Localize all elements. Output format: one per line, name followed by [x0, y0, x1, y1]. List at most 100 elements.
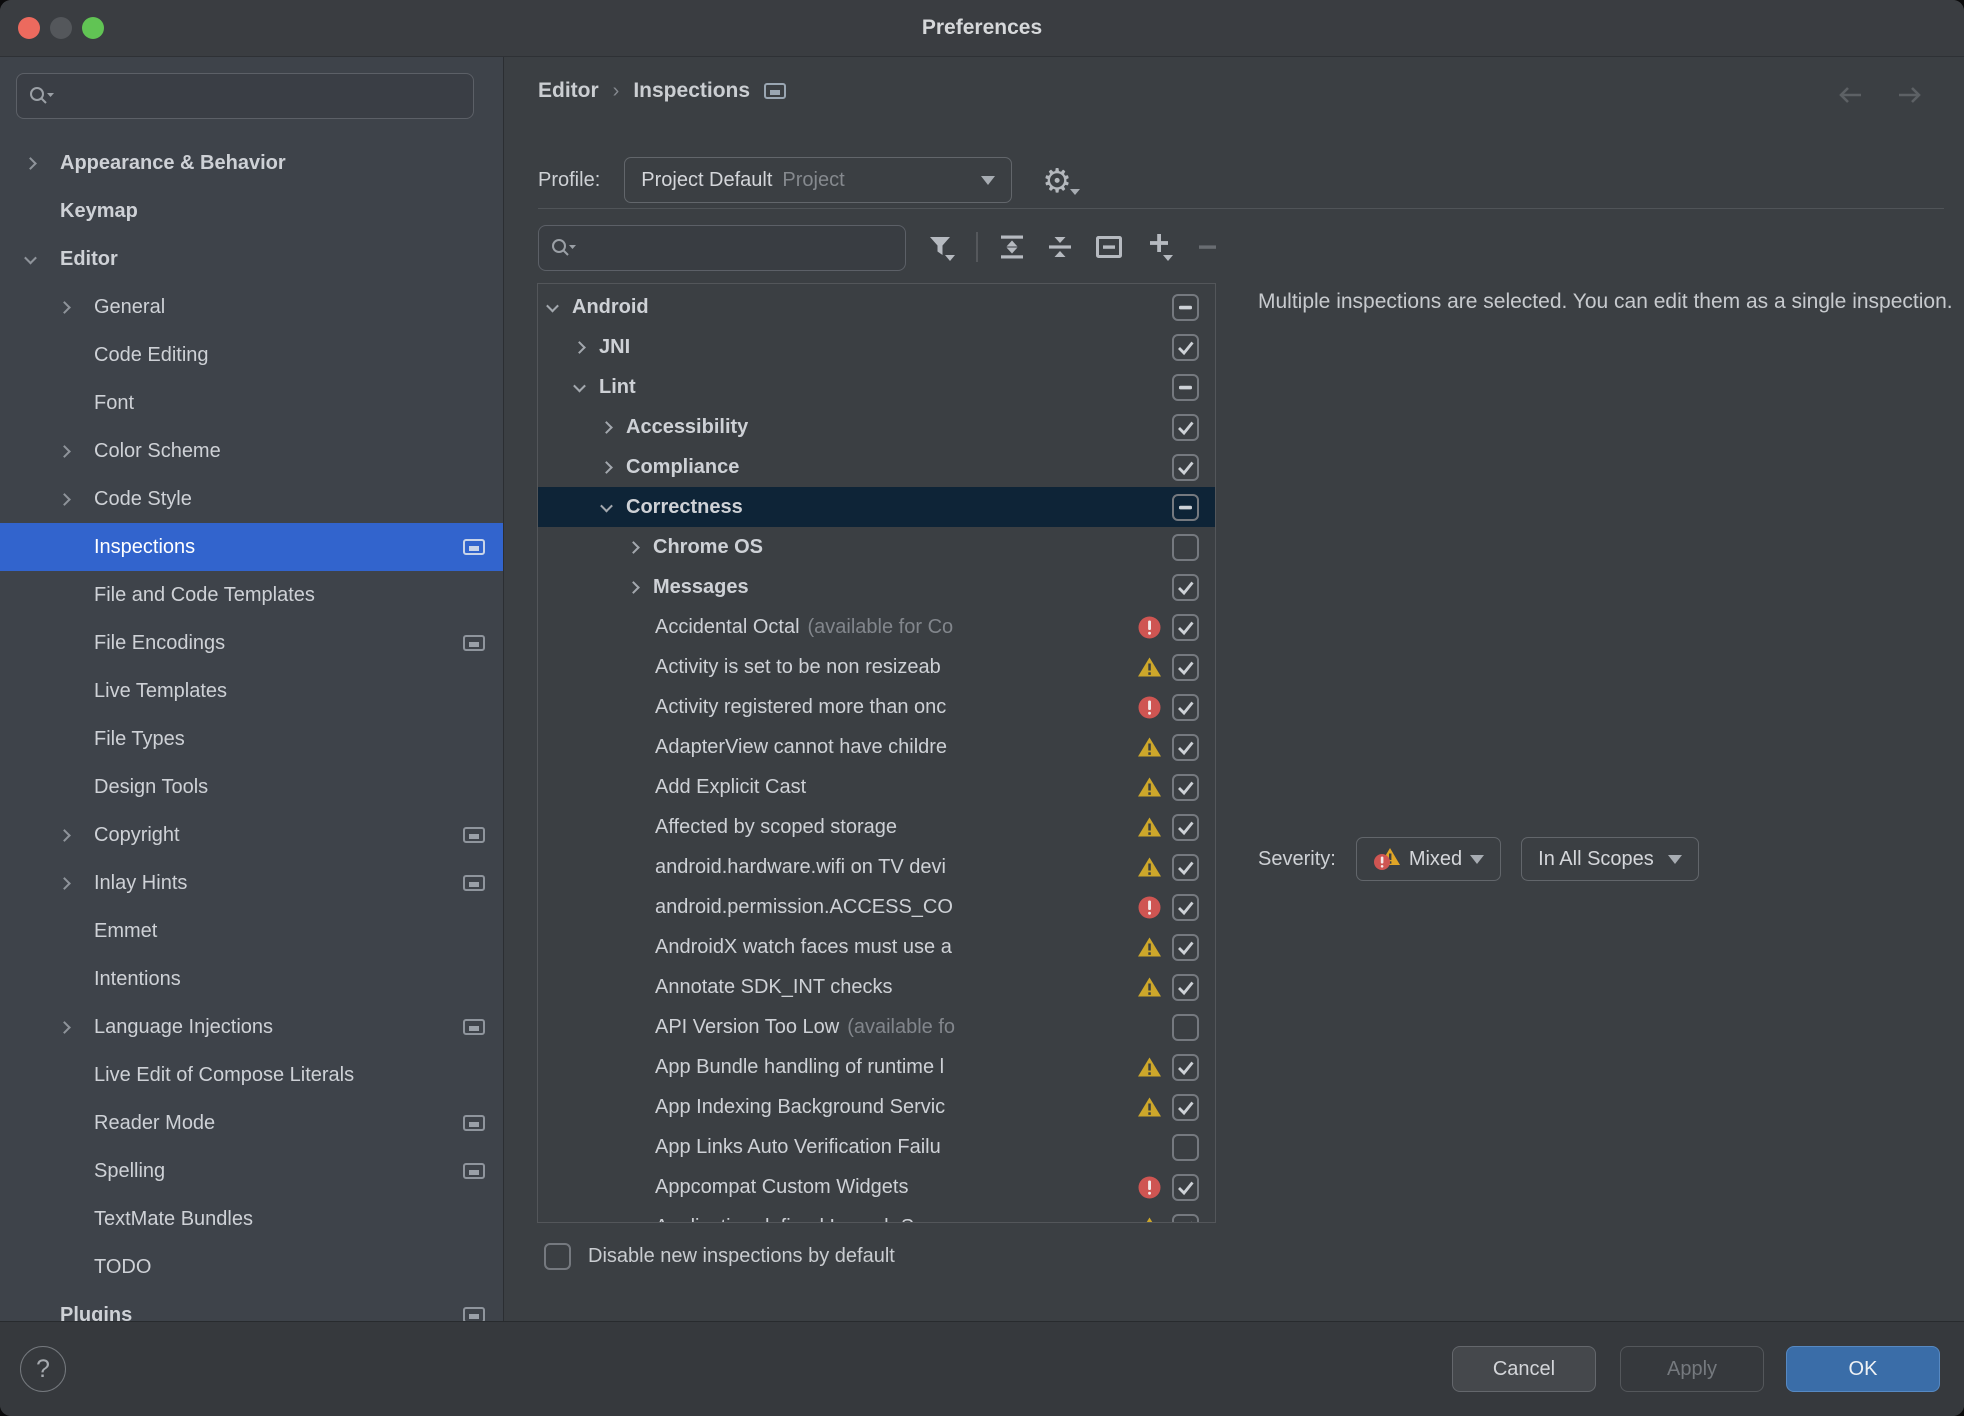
tree-item-checkbox-unchecked[interactable] [1172, 1133, 1199, 1161]
tree-item-checkbox-checked[interactable] [1172, 1213, 1199, 1222]
chevron-down-icon[interactable] [600, 499, 613, 512]
tree-row-accessibility[interactable]: Accessibility [538, 407, 1215, 447]
sidebar-item-general[interactable]: General [0, 283, 503, 331]
tree-item-checkbox-checked[interactable] [1172, 453, 1199, 481]
sidebar-item-file-encodings[interactable]: File Encodings [0, 619, 503, 667]
add-inspection-icon[interactable] [1144, 231, 1176, 263]
tree-row-appcompat-custom-widgets[interactable]: Appcompat Custom Widgets [538, 1167, 1215, 1207]
tree-item-checkbox-checked[interactable] [1172, 333, 1199, 361]
tree-item-checkbox-checked[interactable] [1172, 693, 1199, 721]
chevron-right-icon[interactable] [600, 420, 613, 434]
sidebar-item-plugins[interactable]: Plugins [0, 1291, 503, 1322]
tree-row-annotate-sdk-int-checks[interactable]: Annotate SDK_INT checks [538, 967, 1215, 1007]
tree-row-chrome-os[interactable]: Chrome OS [538, 527, 1215, 567]
sidebar-item-inlay-hints[interactable]: Inlay Hints [0, 859, 503, 907]
chevron-right-icon[interactable] [24, 156, 37, 170]
close-window-button[interactable] [18, 17, 40, 39]
tree-row-android-permission-access-co[interactable]: android.permission.ACCESS_CO [538, 887, 1215, 927]
filter-icon[interactable] [924, 231, 956, 263]
chevron-right-icon[interactable] [573, 340, 586, 354]
tree-item-checkbox-unchecked[interactable] [1172, 533, 1199, 561]
apply-button[interactable]: Apply [1620, 1346, 1764, 1392]
tree-row-activity-is-set-to-be-non-resizeab[interactable]: Activity is set to be non resizeab [538, 647, 1215, 687]
sidebar-item-reader-mode[interactable]: Reader Mode [0, 1099, 503, 1147]
tree-row-activity-registered-more-than-onc[interactable]: Activity registered more than onc [538, 687, 1215, 727]
tree-item-checkbox-checked[interactable] [1172, 933, 1199, 961]
tree-row-messages[interactable]: Messages [538, 567, 1215, 607]
sidebar-item-editor[interactable]: Editor [0, 235, 503, 283]
tree-item-checkbox-checked[interactable] [1172, 1173, 1199, 1201]
cancel-button[interactable]: Cancel [1452, 1346, 1596, 1392]
forward-arrow-icon[interactable] [1896, 85, 1924, 105]
sidebar-item-code-editing[interactable]: Code Editing [0, 331, 503, 379]
sidebar-item-live-edit-of-compose-literals[interactable]: Live Edit of Compose Literals [0, 1051, 503, 1099]
tree-row-app-indexing-background-servic[interactable]: App Indexing Background Servic [538, 1087, 1215, 1127]
sidebar-item-todo[interactable]: TODO [0, 1243, 503, 1291]
chevron-down-icon[interactable] [573, 379, 586, 392]
reset-filter-icon[interactable] [1094, 233, 1124, 261]
tree-item-checkbox-mixed[interactable] [1172, 373, 1199, 401]
tree-row-android-hardware-wifi-on-tv-devi[interactable]: android.hardware.wifi on TV devi [538, 847, 1215, 887]
tree-item-checkbox-checked[interactable] [1172, 733, 1199, 761]
tree-item-checkbox-checked[interactable] [1172, 893, 1199, 921]
tree-item-checkbox-checked[interactable] [1172, 613, 1199, 641]
tree-item-checkbox-checked[interactable] [1172, 413, 1199, 441]
minimize-window-button[interactable] [50, 17, 72, 39]
chevron-right-icon[interactable] [58, 300, 71, 314]
sidebar-item-font[interactable]: Font [0, 379, 503, 427]
tree-item-checkbox-checked[interactable] [1172, 773, 1199, 801]
sidebar-item-file-and-code-templates[interactable]: File and Code Templates [0, 571, 503, 619]
sidebar-item-color-scheme[interactable]: Color Scheme [0, 427, 503, 475]
chevron-right-icon[interactable] [58, 876, 71, 890]
help-button[interactable]: ? [20, 1346, 66, 1392]
chevron-right-icon[interactable] [627, 580, 640, 594]
tree-row-application-defined-launch-s[interactable]: Application defined Launch S [538, 1207, 1215, 1222]
sidebar-item-keymap[interactable]: Keymap [0, 187, 503, 235]
chevron-down-icon[interactable] [546, 299, 559, 312]
tree-item-checkbox-checked[interactable] [1172, 573, 1199, 601]
chevron-right-icon[interactable] [58, 444, 71, 458]
tree-row-api-version-too-low[interactable]: API Version Too Low (available fo [538, 1007, 1215, 1047]
scope-select[interactable]: In All Scopes [1521, 837, 1699, 881]
tree-item-checkbox-mixed[interactable] [1172, 293, 1199, 321]
chevron-right-icon[interactable] [58, 828, 71, 842]
tree-row-jni[interactable]: JNI [538, 327, 1215, 367]
tree-item-checkbox-checked[interactable] [1172, 853, 1199, 881]
profile-actions-button[interactable]: ⚙ [1042, 164, 1080, 197]
sidebar-item-code-style[interactable]: Code Style [0, 475, 503, 523]
tree-item-checkbox-checked[interactable] [1172, 653, 1199, 681]
chevron-right-icon[interactable] [627, 540, 640, 554]
sidebar-item-spelling[interactable]: Spelling [0, 1147, 503, 1195]
profile-select[interactable]: Project Default Project [624, 157, 1013, 203]
sidebar-item-intentions[interactable]: Intentions [0, 955, 503, 1003]
sidebar-item-copyright[interactable]: Copyright [0, 811, 503, 859]
sidebar-item-emmet[interactable]: Emmet [0, 907, 503, 955]
sidebar-item-file-types[interactable]: File Types [0, 715, 503, 763]
tree-row-affected-by-scoped-storage[interactable]: Affected by scoped storage [538, 807, 1215, 847]
sidebar-item-textmate-bundles[interactable]: TextMate Bundles [0, 1195, 503, 1243]
inspections-search-input[interactable] [538, 225, 906, 271]
sidebar-item-live-templates[interactable]: Live Templates [0, 667, 503, 715]
chevron-right-icon[interactable] [58, 1020, 71, 1034]
zoom-window-button[interactable] [82, 17, 104, 39]
remove-inspection-icon[interactable] [1196, 233, 1220, 261]
tree-row-compliance[interactable]: Compliance [538, 447, 1215, 487]
tree-item-checkbox-checked[interactable] [1172, 973, 1199, 1001]
ok-button[interactable]: OK [1786, 1346, 1940, 1392]
tree-row-adapterview-cannot-have-childre[interactable]: AdapterView cannot have childre [538, 727, 1215, 767]
tree-row-add-explicit-cast[interactable]: Add Explicit Cast [538, 767, 1215, 807]
sidebar-search-input[interactable] [16, 73, 474, 119]
chevron-right-icon[interactable] [600, 460, 613, 474]
sidebar-item-design-tools[interactable]: Design Tools [0, 763, 503, 811]
breadcrumb-editor[interactable]: Editor [538, 79, 599, 103]
tree-row-androidx-watch-faces-must-use-a[interactable]: AndroidX watch faces must use a [538, 927, 1215, 967]
back-arrow-icon[interactable] [1836, 85, 1864, 105]
tree-item-checkbox-unchecked[interactable] [1172, 1013, 1199, 1041]
tree-row-accidental-octal[interactable]: Accidental Octal (available for Co [538, 607, 1215, 647]
tree-row-app-links-auto-verification-failu[interactable]: App Links Auto Verification Failu [538, 1127, 1215, 1167]
tree-item-checkbox-checked[interactable] [1172, 1093, 1199, 1121]
collapse-all-icon[interactable] [1046, 233, 1074, 261]
tree-row-app-bundle-handling-of-runtime-l[interactable]: App Bundle handling of runtime l [538, 1047, 1215, 1087]
tree-item-checkbox-mixed[interactable] [1172, 493, 1199, 521]
chevron-down-icon[interactable] [24, 251, 37, 264]
